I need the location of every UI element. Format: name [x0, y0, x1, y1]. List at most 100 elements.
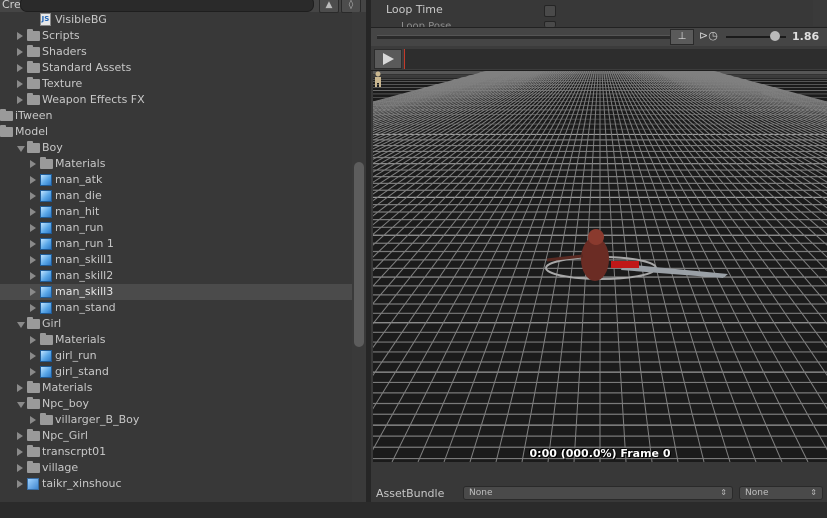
collapsed-arrow-icon[interactable]: [17, 432, 23, 440]
speed-slider-handle[interactable]: [770, 31, 781, 41]
collapsed-arrow-icon[interactable]: [30, 208, 36, 216]
tree-item[interactable]: Boy: [0, 140, 352, 156]
tree-item[interactable]: Npc_Girl: [0, 428, 352, 444]
tree-item[interactable]: Scripts: [0, 28, 352, 44]
folder-icon: [40, 333, 53, 345]
project-scrollbar[interactable]: [352, 12, 366, 518]
tree-item[interactable]: taikr_xinshouc: [0, 476, 352, 492]
tree-item[interactable]: village: [0, 460, 352, 476]
folder-icon: [27, 77, 40, 89]
tree-item-label: girl_run: [55, 349, 97, 362]
tree-item[interactable]: Standard Assets: [0, 60, 352, 76]
tree-item[interactable]: JS VisibleBG: [0, 12, 352, 28]
collapsed-arrow-icon[interactable]: [30, 416, 36, 424]
playback-track[interactable]: [404, 49, 827, 69]
tree-item-label: Weapon Effects FX: [42, 93, 145, 106]
tree-item-label: man_run 1: [55, 237, 114, 250]
tree-item[interactable]: girl_run: [0, 348, 352, 364]
tree-item[interactable]: man_stand: [0, 300, 352, 316]
collapsed-arrow-icon[interactable]: [17, 464, 23, 472]
expanded-arrow-icon[interactable]: [17, 322, 25, 328]
collapsed-arrow-icon[interactable]: [30, 304, 36, 312]
folder-icon: [27, 397, 40, 409]
scrollbar-thumb[interactable]: [354, 162, 364, 347]
folder-icon: [27, 445, 40, 457]
tree-item[interactable]: Shaders: [0, 44, 352, 60]
frame-label: 0:00 (000.0%) Frame 0: [529, 447, 671, 460]
play-icon: [383, 53, 394, 65]
collapsed-arrow-icon[interactable]: [17, 32, 23, 40]
playback-cursor[interactable]: [404, 49, 405, 69]
avatar-icon[interactable]: [373, 71, 383, 87]
assetbundle-name-value: None: [469, 488, 493, 498]
model-icon: [40, 190, 52, 202]
character-head: [588, 229, 604, 245]
tree-item[interactable]: man_run 1: [0, 236, 352, 252]
tree-item[interactable]: villarger_B_Boy: [0, 412, 352, 428]
tree-item[interactable]: Texture: [0, 76, 352, 92]
tree-item[interactable]: man_skill1: [0, 252, 352, 268]
collapsed-arrow-icon[interactable]: [17, 48, 23, 56]
tree-item-label: Materials: [55, 157, 106, 170]
expanded-arrow-icon[interactable]: [17, 402, 25, 408]
collapsed-arrow-icon[interactable]: [17, 96, 23, 104]
tree-item[interactable]: man_hit: [0, 204, 352, 220]
tree-item-label: VisibleBG: [55, 13, 107, 26]
tree-item[interactable]: man_atk: [0, 172, 352, 188]
collapsed-arrow-icon[interactable]: [30, 240, 36, 248]
preview-timeline[interactable]: [377, 35, 672, 39]
collapsed-arrow-icon[interactable]: [17, 448, 23, 456]
model-icon: [40, 238, 52, 250]
tree-item[interactable]: girl_stand: [0, 364, 352, 380]
tree-item[interactable]: transcrpt01: [0, 444, 352, 460]
loop-time-checkbox[interactable]: [544, 5, 556, 17]
collapsed-arrow-icon[interactable]: [17, 80, 23, 88]
speed-value: 1.86: [792, 30, 820, 43]
inspector-scrollbar[interactable]: [813, 0, 827, 26]
tree-item[interactable]: Npc_boy: [0, 396, 352, 412]
collapsed-arrow-icon[interactable]: [30, 176, 36, 184]
tree-item[interactable]: man_run: [0, 220, 352, 236]
tree-item-label: Boy: [42, 141, 63, 154]
tree-item[interactable]: Materials: [0, 332, 352, 348]
collapsed-arrow-icon[interactable]: [17, 64, 23, 72]
expanded-arrow-icon[interactable]: [17, 146, 25, 152]
tree-item[interactable]: man_skill3: [0, 284, 352, 300]
assetbundle-variant-dropdown[interactable]: None ⇕: [739, 486, 823, 500]
assetbundle-name-dropdown[interactable]: None ⇕: [463, 486, 733, 500]
collapsed-arrow-icon[interactable]: [30, 160, 36, 168]
tree-item-label: Materials: [42, 381, 93, 394]
pivot-icon[interactable]: ⊥: [670, 29, 694, 45]
search-input[interactable]: [20, 0, 314, 12]
tree-item-label: Materials: [55, 333, 106, 346]
preview-grid: [373, 71, 827, 462]
collapsed-arrow-icon[interactable]: [30, 256, 36, 264]
status-strip: [0, 502, 827, 518]
collapsed-arrow-icon[interactable]: [30, 288, 36, 296]
tree-item-label: man_skill1: [55, 253, 114, 266]
tree-item[interactable]: man_skill2: [0, 268, 352, 284]
collapsed-arrow-icon[interactable]: [17, 480, 23, 488]
tree-item[interactable]: Weapon Effects FX: [0, 92, 352, 108]
tree-item[interactable]: Materials: [0, 380, 352, 396]
collapsed-arrow-icon[interactable]: [30, 336, 36, 344]
tree-item[interactable]: Model: [0, 124, 352, 140]
folder-icon: [40, 157, 53, 169]
collapsed-arrow-icon[interactable]: [30, 192, 36, 200]
preview-viewport[interactable]: 0:00 (000.0%) Frame 0 ●: [373, 71, 827, 462]
tree-item-label: Npc_Girl: [42, 429, 88, 442]
tree-item-label: man_skill3: [55, 285, 114, 298]
tree-item[interactable]: iTween: [0, 108, 352, 124]
collapsed-arrow-icon[interactable]: [17, 384, 23, 392]
model-icon: [40, 286, 52, 298]
collapsed-arrow-icon[interactable]: [30, 224, 36, 232]
collapsed-arrow-icon[interactable]: [30, 272, 36, 280]
collapsed-arrow-icon[interactable]: [30, 352, 36, 360]
tree-item[interactable]: Girl: [0, 316, 352, 332]
collapsed-arrow-icon[interactable]: [30, 368, 36, 376]
model-icon: [40, 350, 52, 362]
play-button[interactable]: [374, 49, 402, 69]
chevron-updown-icon: ⇕: [810, 488, 817, 497]
tree-item[interactable]: man_die: [0, 188, 352, 204]
tree-item[interactable]: Materials: [0, 156, 352, 172]
